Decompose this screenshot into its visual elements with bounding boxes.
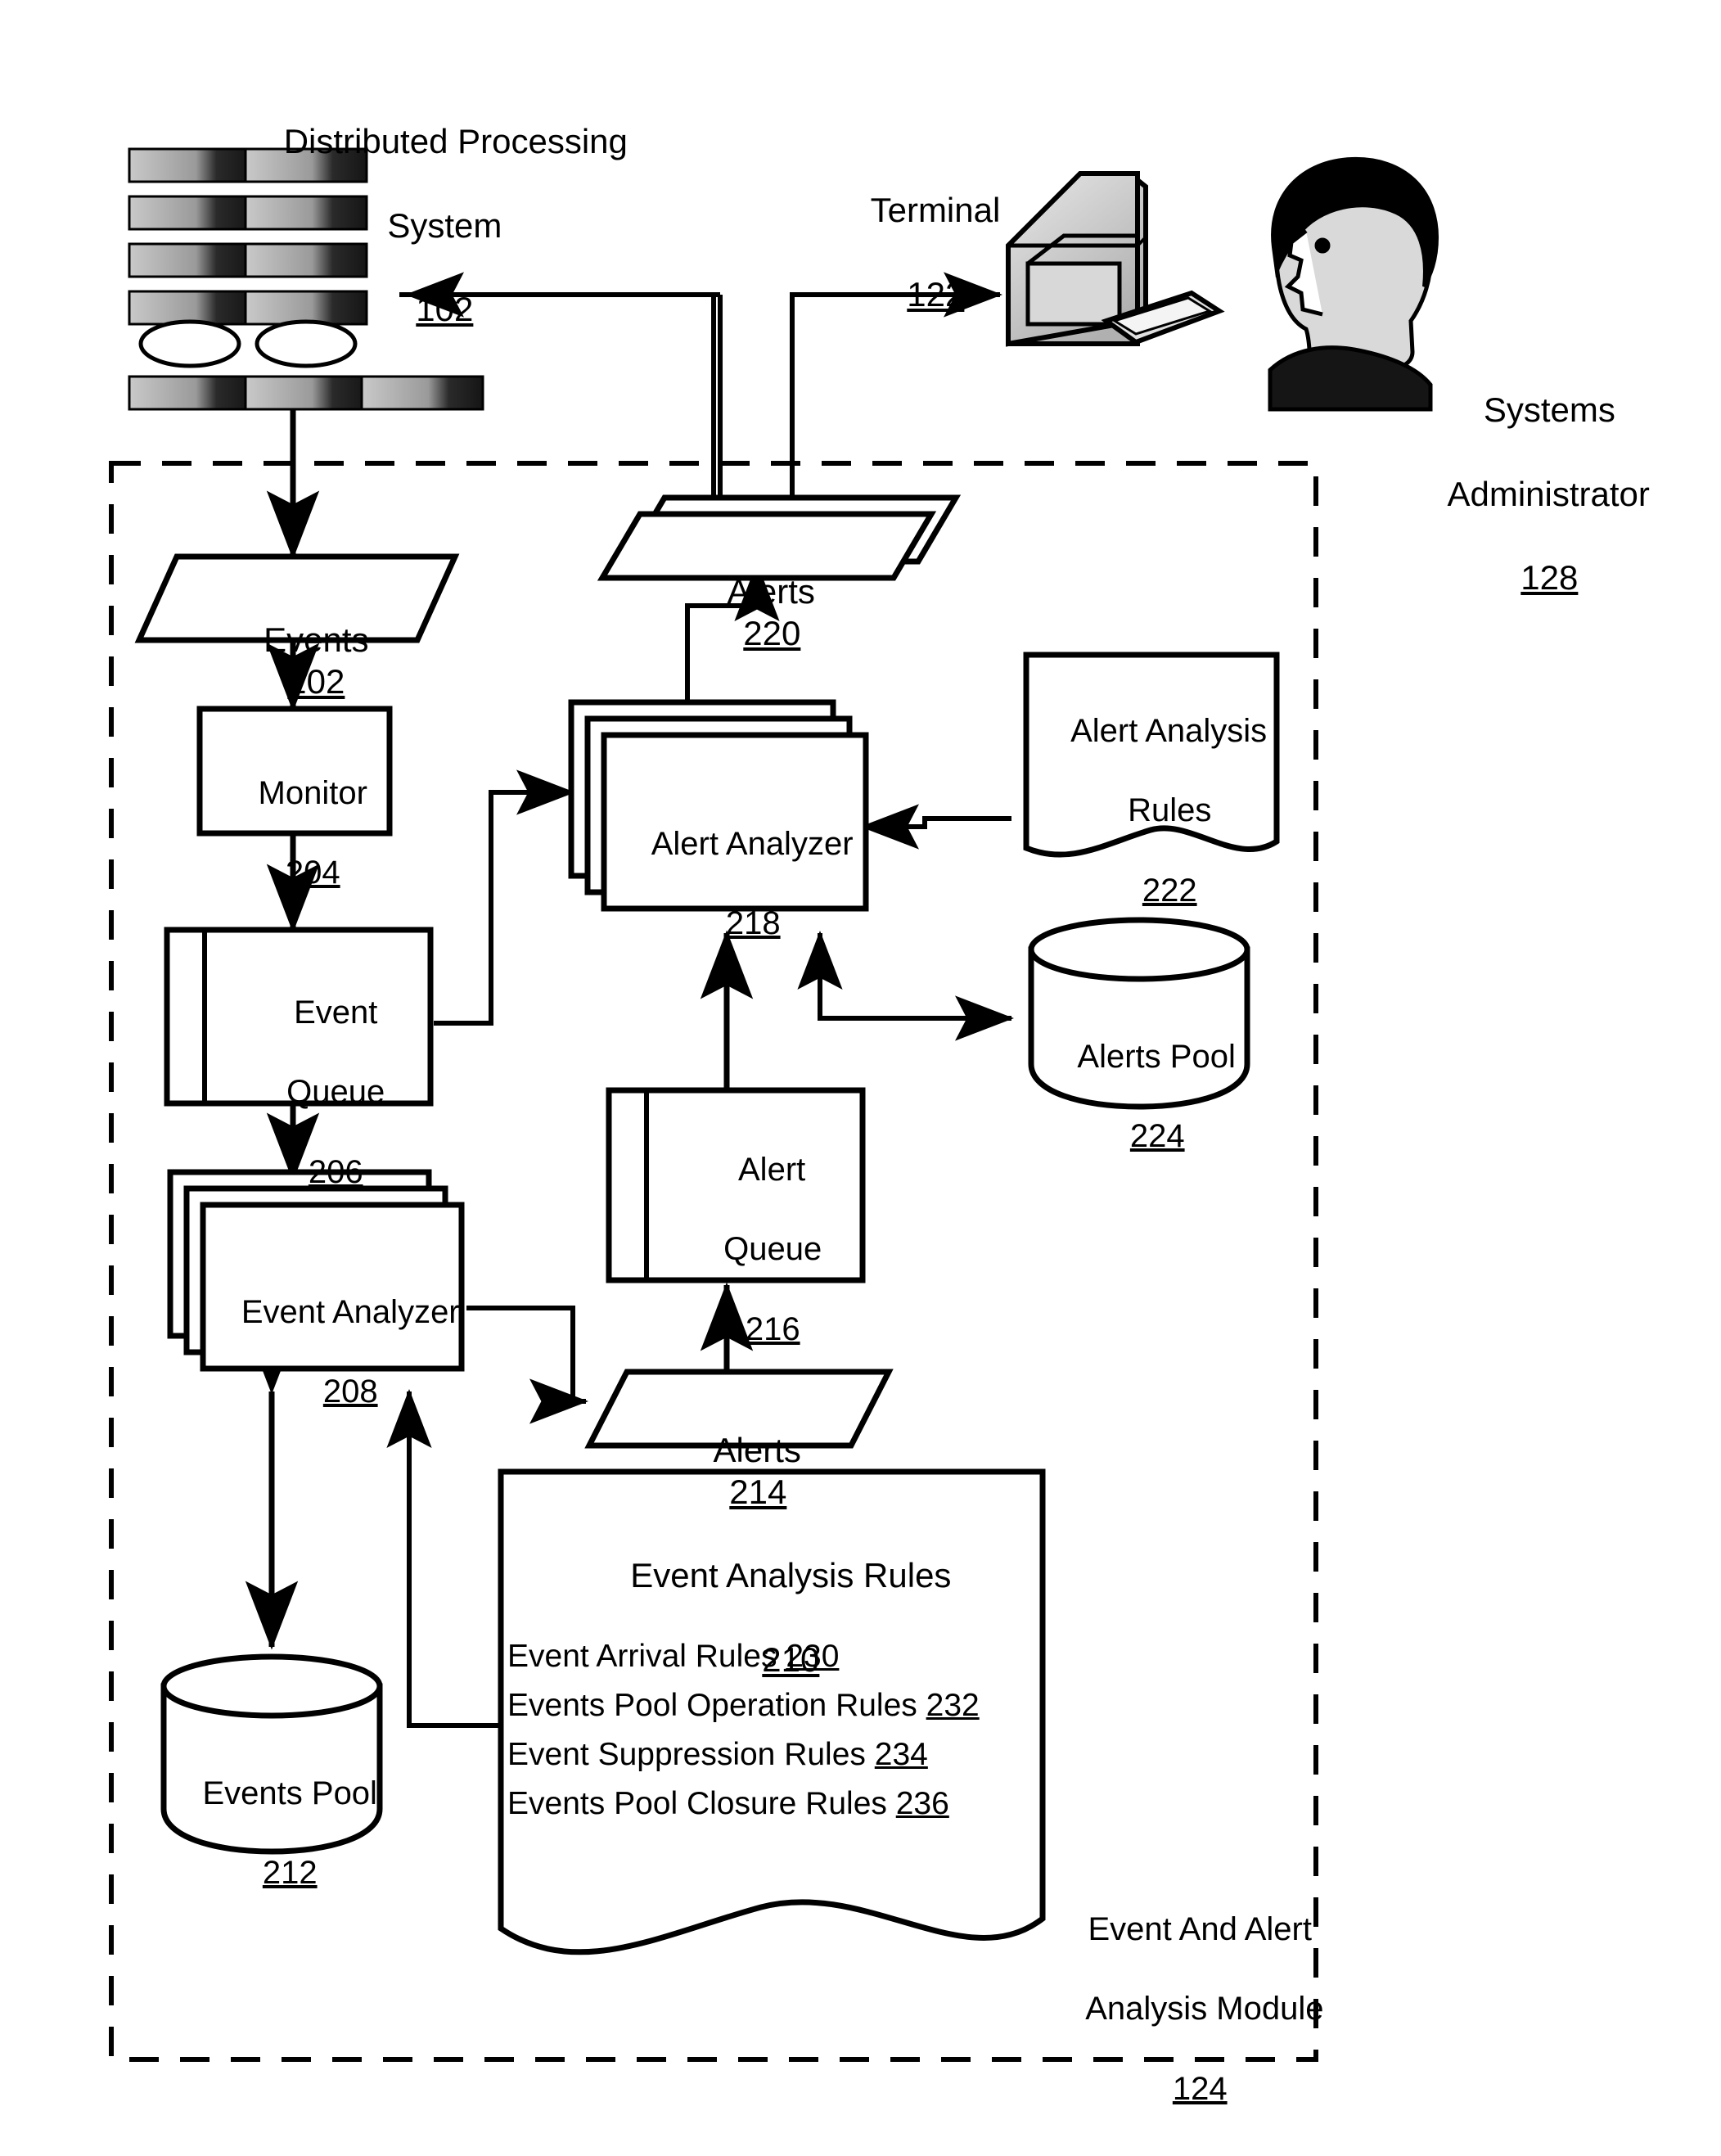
- rule-232-ref: 232: [926, 1688, 980, 1723]
- label-analysis-module-124: Event And Alert Analysis Module 124: [1051, 1870, 1323, 2149]
- label-event-analyzer-208: Event Analyzer 208: [203, 1252, 462, 1452]
- label-alert-queue-216: Alert Queue 216: [647, 1110, 863, 1390]
- module-ref: 124: [1172, 2070, 1228, 2107]
- events-202-text: Events: [264, 620, 369, 660]
- alerts-220-ref: 220: [743, 614, 801, 653]
- terminal-computer-icon: [1006, 171, 1225, 347]
- label-distributed-processing-system: Distributed Processing System 102: [246, 79, 628, 372]
- label-alert-rules-222: Alert Analysis Rules 222: [1026, 671, 1277, 951]
- event-queue-line1: Event: [294, 994, 378, 1031]
- alert-rules-ref: 222: [1142, 872, 1197, 909]
- label-alerts-pool-224: Alerts Pool 224: [1031, 997, 1247, 1197]
- monitor-204-ref: 204: [285, 855, 340, 891]
- figure-canvas: Distributed Processing System 102 Termin…: [0, 0, 1721, 2156]
- alerts-214-ref: 214: [729, 1473, 787, 1512]
- admin-ref: 128: [1521, 558, 1579, 598]
- event-queue-line2: Queue: [286, 1074, 385, 1111]
- label-alert-analyzer-218: Alert Analyzer 218: [604, 784, 866, 984]
- events-pool-ref: 212: [262, 1855, 318, 1892]
- rule-item-236: Events Pool Closure Rules 236: [507, 1786, 949, 1822]
- alert-analyzer-ref: 218: [725, 905, 781, 942]
- alert-queue-ref: 216: [745, 1310, 800, 1347]
- module-line2: Analysis Module: [1085, 1991, 1324, 2027]
- alerts-214-text: Alerts: [713, 1431, 801, 1470]
- alert-rules-line1: Alert Analysis: [1070, 712, 1268, 749]
- alert-queue-line1: Alert: [738, 1151, 806, 1188]
- rule-item-230: Event Arrival Rules 230: [507, 1639, 839, 1675]
- alerts-220-text: Alerts: [727, 572, 815, 611]
- label-event-queue-206: Event Queue 206: [205, 953, 430, 1233]
- event-queue-ref: 206: [308, 1153, 363, 1190]
- label-monitor-204: Monitor 204: [200, 733, 390, 933]
- dps-line2: System: [387, 205, 502, 245]
- dps-ref: 102: [416, 290, 474, 329]
- rule-234-ref: 234: [874, 1737, 928, 1772]
- rule-236-label: Events Pool Closure Rules: [507, 1786, 887, 1821]
- event-rules-title: Event Analysis Rules: [630, 1556, 952, 1595]
- label-alerts-220: Alerts 220: [647, 529, 859, 697]
- rule-230-label: Event Arrival Rules: [507, 1639, 777, 1674]
- label-systems-administrator: Systems Administrator 128: [1391, 347, 1669, 641]
- alert-queue-line2: Queue: [723, 1231, 822, 1268]
- label-events-202: Events 202: [187, 577, 408, 745]
- label-events-pool-212: Events Pool 212: [164, 1734, 380, 1933]
- monitor-204-text: Monitor: [258, 774, 367, 811]
- module-line1: Event And Alert: [1088, 1910, 1312, 1947]
- terminal-name: Terminal: [870, 191, 1001, 230]
- event-analyzer-text: Event Analyzer: [241, 1293, 460, 1330]
- rule-item-232: Events Pool Operation Rules 232: [507, 1688, 980, 1724]
- alerts-pool-ref: 224: [1129, 1118, 1185, 1155]
- alert-analyzer-text: Alert Analyzer: [651, 825, 854, 862]
- dps-line1: Distributed Processing: [283, 122, 628, 161]
- rule-item-234: Event Suppression Rules 234: [507, 1737, 928, 1773]
- rule-234-label: Event Suppression Rules: [507, 1737, 866, 1772]
- events-pool-text: Events Pool: [202, 1775, 377, 1811]
- rule-232-label: Events Pool Operation Rules: [507, 1688, 917, 1723]
- admin-line1: Systems: [1483, 390, 1615, 430]
- admin-line2: Administrator: [1447, 474, 1650, 513]
- label-terminal: Terminal 122: [802, 147, 1031, 357]
- events-202-ref: 202: [287, 662, 345, 701]
- rule-236-ref: 236: [895, 1786, 949, 1821]
- alert-rules-line2: Rules: [1128, 792, 1212, 829]
- event-analyzer-ref: 208: [322, 1373, 378, 1410]
- alerts-pool-text: Alerts Pool: [1077, 1038, 1236, 1075]
- terminal-ref: 122: [907, 274, 965, 313]
- rule-230-ref: 230: [786, 1639, 840, 1674]
